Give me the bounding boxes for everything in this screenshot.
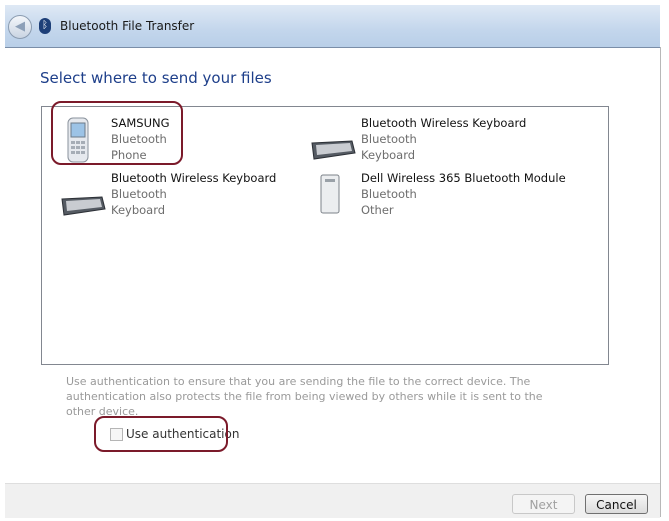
help-text: Use authentication to ensure that you ar… [66,375,543,418]
device-category: Other [361,203,394,217]
highlight-annotation [51,101,183,165]
keyboard-icon [311,140,356,160]
page-title: Select where to send your files [40,69,272,87]
device-type: Bluetooth [361,132,417,146]
keyboard-icon [61,196,106,216]
device-type: Bluetooth [111,187,167,201]
device-name: Bluetooth Wireless Keyboard [361,116,527,130]
device-icon [320,174,340,214]
window-title: Bluetooth File Transfer [60,19,195,33]
device-category: Keyboard [111,203,166,217]
back-button[interactable]: ◀ [8,15,32,39]
device-type: Bluetooth [361,187,417,201]
bluetooth-icon: ᛒ [39,18,51,34]
title-bar: ◀ ᛒ Bluetooth File Transfer [5,5,660,48]
device-name: Dell Wireless 365 Bluetooth Module [361,171,566,185]
device-category: Keyboard [361,148,416,162]
device-name: Bluetooth Wireless Keyboard [111,171,277,185]
cancel-button[interactable]: Cancel [585,494,648,514]
highlight-annotation [94,416,228,452]
next-button[interactable]: Next [512,494,575,514]
